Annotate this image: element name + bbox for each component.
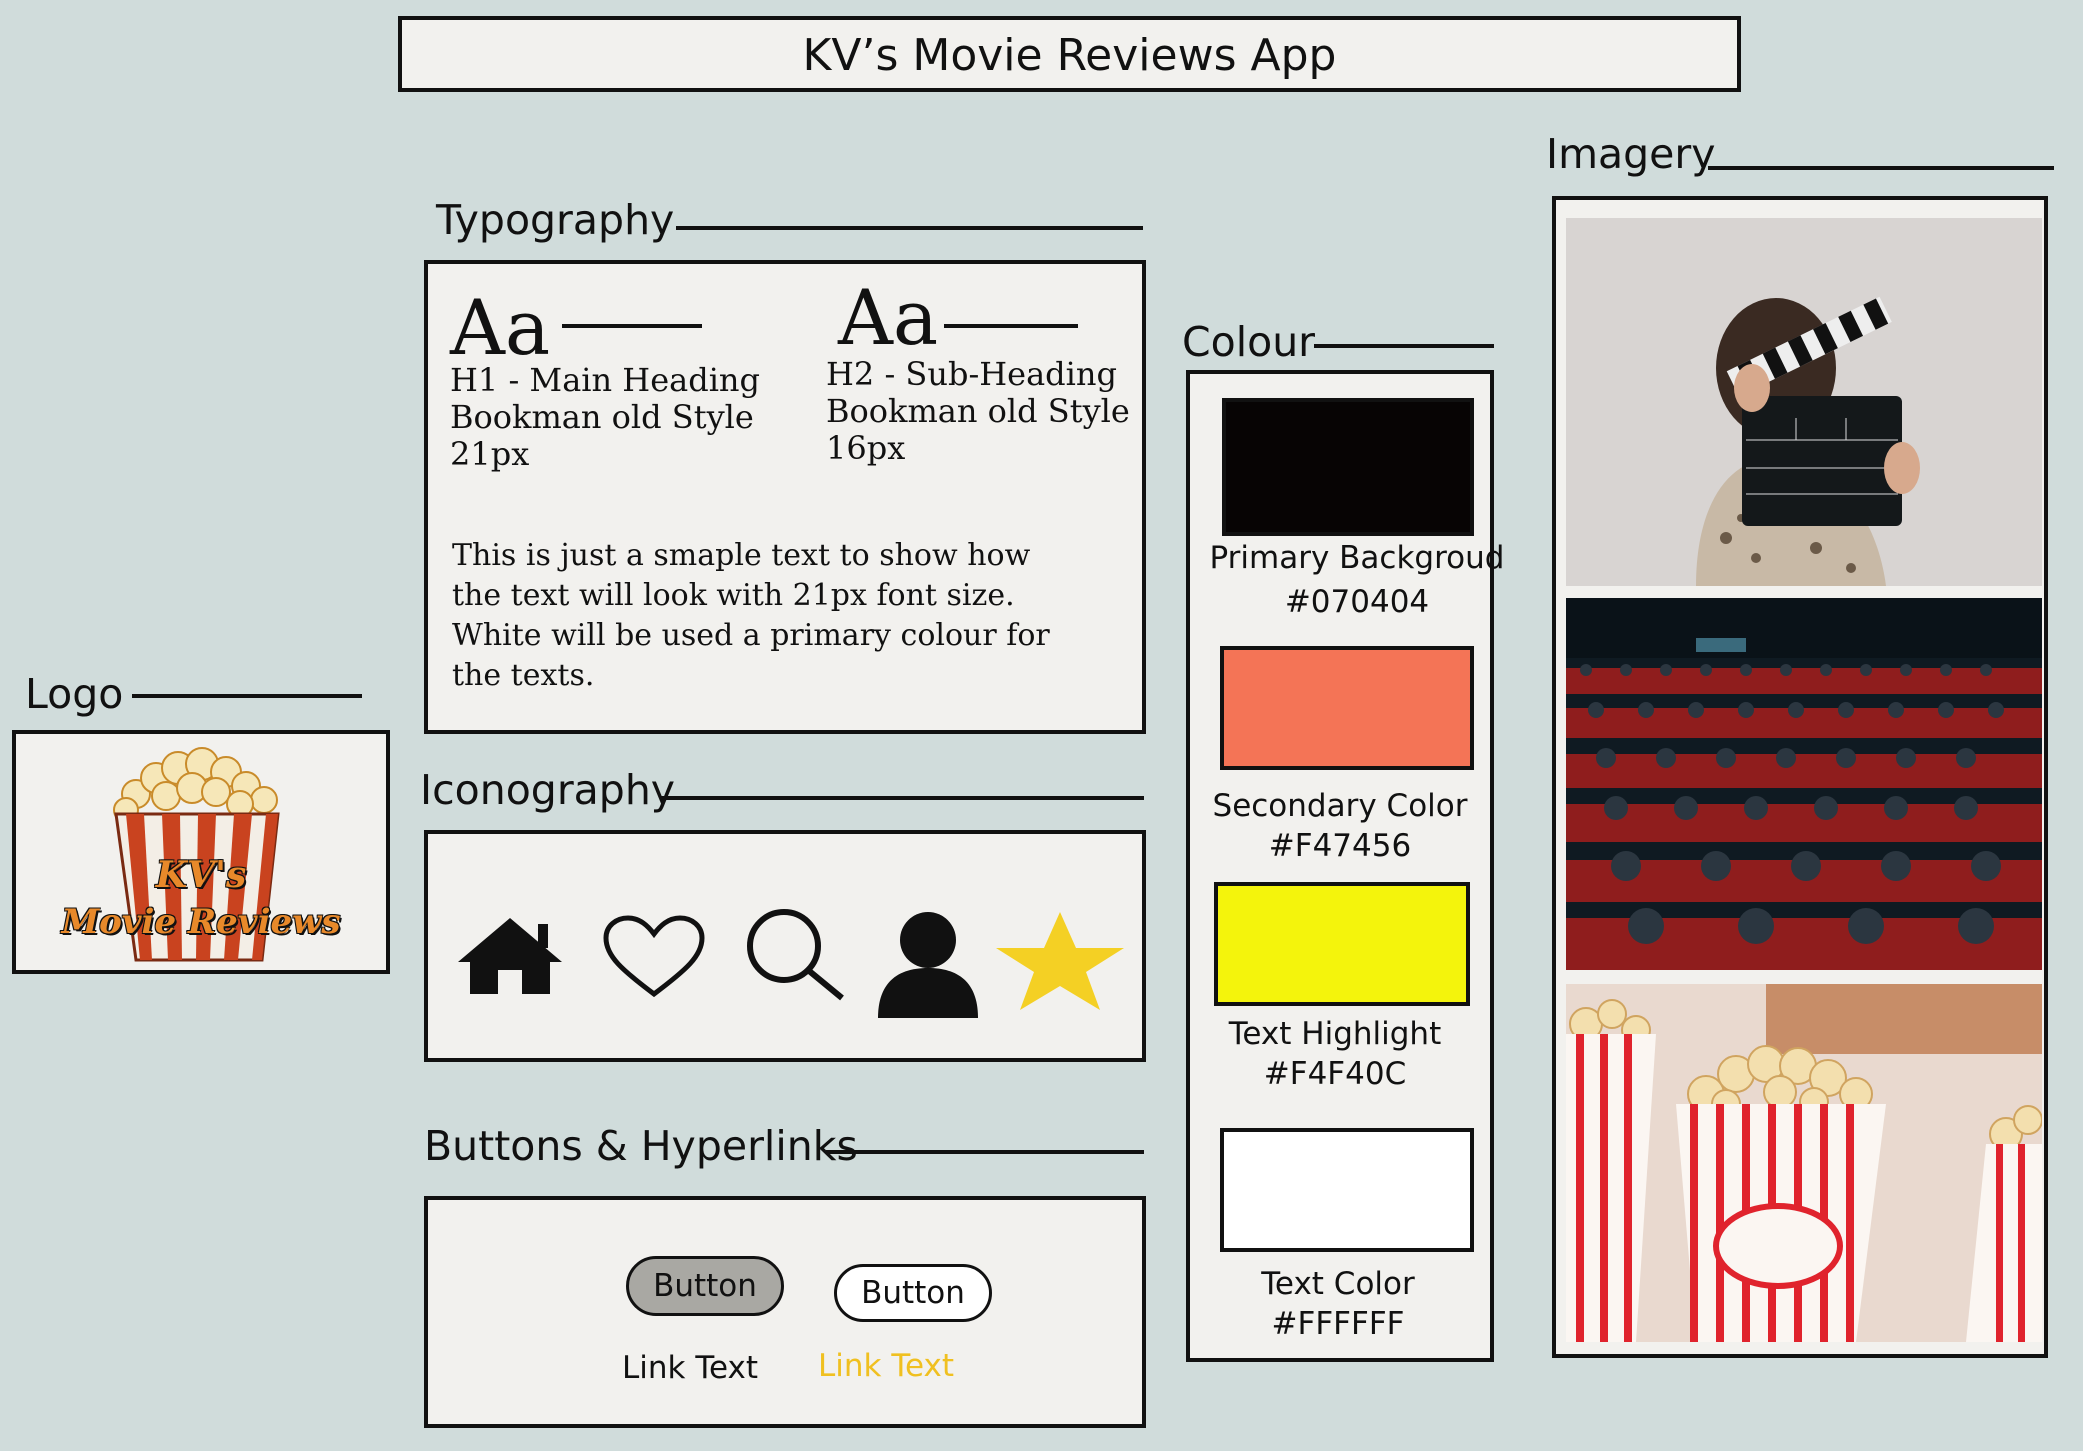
iconography-title-rule bbox=[660, 796, 1144, 800]
body-line-2: the text will look with 21px font size. bbox=[452, 578, 1015, 613]
body-line-4: the texts. bbox=[452, 658, 595, 693]
swatch-primary-label: Primary Backgroud #070404 bbox=[1206, 538, 1508, 623]
typography-panel: Aa H1 - Main Heading Bookman old Style 2… bbox=[424, 260, 1146, 734]
imagery-panel bbox=[1552, 196, 2048, 1358]
swatch-text-color-hex: #FFFFFF bbox=[1271, 1306, 1405, 1343]
swatch-text-color bbox=[1220, 1128, 1474, 1252]
colour-section-title: Colour bbox=[1182, 318, 1316, 366]
h2-sample: Aa bbox=[838, 273, 939, 362]
popcorn-illustration bbox=[1566, 984, 2042, 1342]
h2-spec-name: H2 - Sub-Heading bbox=[826, 355, 1117, 393]
swatch-primary bbox=[1222, 398, 1474, 536]
swatch-highlight bbox=[1214, 882, 1470, 1006]
h2-spec: H2 - Sub-Heading Bookman old Style 16px bbox=[826, 356, 1130, 466]
search-icon bbox=[747, 909, 844, 1001]
body-line-1: This is just a smaple text to show how bbox=[452, 538, 1031, 573]
cinema-illustration bbox=[1566, 598, 2042, 970]
colour-title-rule bbox=[1314, 344, 1494, 348]
outline-button[interactable]: Button bbox=[834, 1264, 992, 1322]
swatch-text-color-label: Text Color #FFFFFF bbox=[1190, 1264, 1486, 1345]
clapperboard-photo bbox=[1566, 218, 2042, 586]
h1-spec: H1 - Main Heading Bookman old Style 21px bbox=[450, 362, 760, 472]
logo-panel: KV's Movie Reviews bbox=[12, 730, 390, 974]
swatch-primary-name: Primary Backgroud bbox=[1209, 540, 1505, 576]
imagery-section-title: Imagery bbox=[1546, 130, 1716, 178]
swatch-highlight-label: Text Highlight #F4F40C bbox=[1190, 1014, 1480, 1095]
h1-spec-name: H1 - Main Heading bbox=[450, 361, 761, 399]
app-title: KV’s Movie Reviews App bbox=[802, 30, 1337, 81]
swatch-highlight-name: Text Highlight bbox=[1228, 1016, 1442, 1052]
clapperboard-illustration bbox=[1566, 218, 2042, 586]
h1-spec-size: 21px bbox=[450, 434, 530, 473]
h1-sample-rule bbox=[562, 324, 702, 328]
typography-title-rule bbox=[676, 226, 1143, 230]
body-sample-text: This is just a smaple text to show how t… bbox=[452, 536, 1050, 696]
imagery-title-rule bbox=[1708, 166, 2054, 170]
h2-sample-rule bbox=[944, 324, 1078, 328]
typography-section-title: Typography bbox=[436, 196, 675, 244]
swatch-secondary bbox=[1220, 646, 1474, 770]
popcorn-photo bbox=[1566, 984, 2042, 1342]
swatch-secondary-label: Secondary Color #F47456 bbox=[1190, 786, 1490, 867]
heart-icon bbox=[603, 915, 705, 998]
colour-panel: Primary Backgroud #070404 Secondary Colo… bbox=[1186, 370, 1504, 1362]
filled-button[interactable]: Button bbox=[626, 1256, 784, 1316]
logo-text-line2: Movie Reviews bbox=[61, 902, 341, 942]
swatch-text-color-name: Text Color bbox=[1261, 1266, 1415, 1302]
buttons-section-title: Buttons & Hyperlinks bbox=[424, 1122, 858, 1170]
buttons-title-rule bbox=[826, 1150, 1144, 1154]
h1-sample: Aa bbox=[450, 283, 551, 372]
logo-title-rule bbox=[132, 694, 362, 698]
link-text-highlight[interactable]: Link Text bbox=[818, 1348, 954, 1384]
iconography-section-title: Iconography bbox=[420, 766, 676, 814]
home-icon bbox=[458, 918, 562, 994]
logo-text-line1: KV's bbox=[155, 854, 247, 896]
swatch-highlight-hex: #F4F40C bbox=[1263, 1056, 1407, 1093]
cinema-audience-photo bbox=[1566, 598, 2042, 970]
swatch-secondary-hex: #F47456 bbox=[1268, 828, 1412, 865]
app-title-bar: KV’s Movie Reviews App bbox=[398, 16, 1741, 92]
swatch-secondary-name: Secondary Color bbox=[1212, 788, 1468, 824]
body-line-3: White will be used a primary colour for bbox=[452, 618, 1050, 653]
logo-section-title: Logo bbox=[25, 670, 124, 718]
link-text[interactable]: Link Text bbox=[622, 1350, 758, 1386]
buttons-panel: Button Button Link Text Link Text bbox=[424, 1196, 1146, 1428]
swatch-primary-hex: #070404 bbox=[1284, 584, 1430, 621]
h1-spec-font: Bookman old Style bbox=[450, 397, 754, 436]
star-icon bbox=[996, 912, 1124, 1010]
iconography-panel bbox=[424, 830, 1146, 1062]
h2-spec-size: 16px bbox=[826, 428, 906, 467]
user-icon bbox=[878, 912, 978, 1018]
h2-spec-font: Bookman old Style bbox=[826, 391, 1130, 430]
